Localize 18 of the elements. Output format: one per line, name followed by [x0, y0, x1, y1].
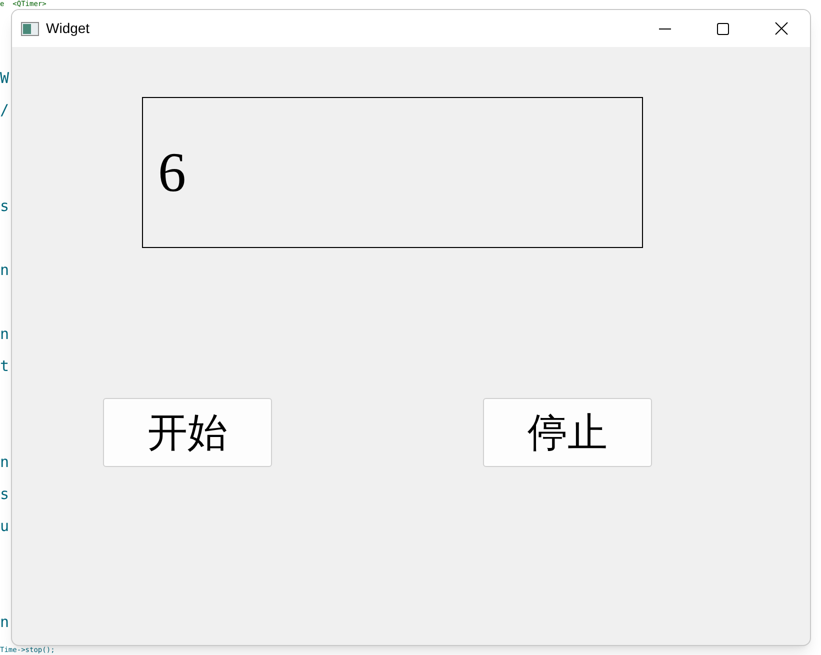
code-text: n	[0, 324, 10, 345]
action-button[interactable]: 停止	[483, 398, 652, 467]
number-display: 6	[142, 97, 643, 248]
maximize-icon	[717, 22, 729, 34]
code-text: s	[0, 196, 10, 217]
close-icon	[774, 22, 788, 35]
code-text: W	[0, 68, 10, 89]
code-text: t	[0, 356, 10, 377]
action-button[interactable]: 开始	[103, 398, 272, 467]
window-title: Widget	[46, 19, 90, 38]
code-text: n	[0, 612, 10, 633]
code-text: n	[0, 452, 10, 473]
code-text: n	[0, 260, 10, 281]
code-text: u	[0, 516, 10, 537]
app-icon	[21, 22, 39, 36]
minimize-icon	[659, 28, 671, 30]
code-text: /	[0, 100, 10, 121]
code-text: s	[0, 484, 10, 505]
